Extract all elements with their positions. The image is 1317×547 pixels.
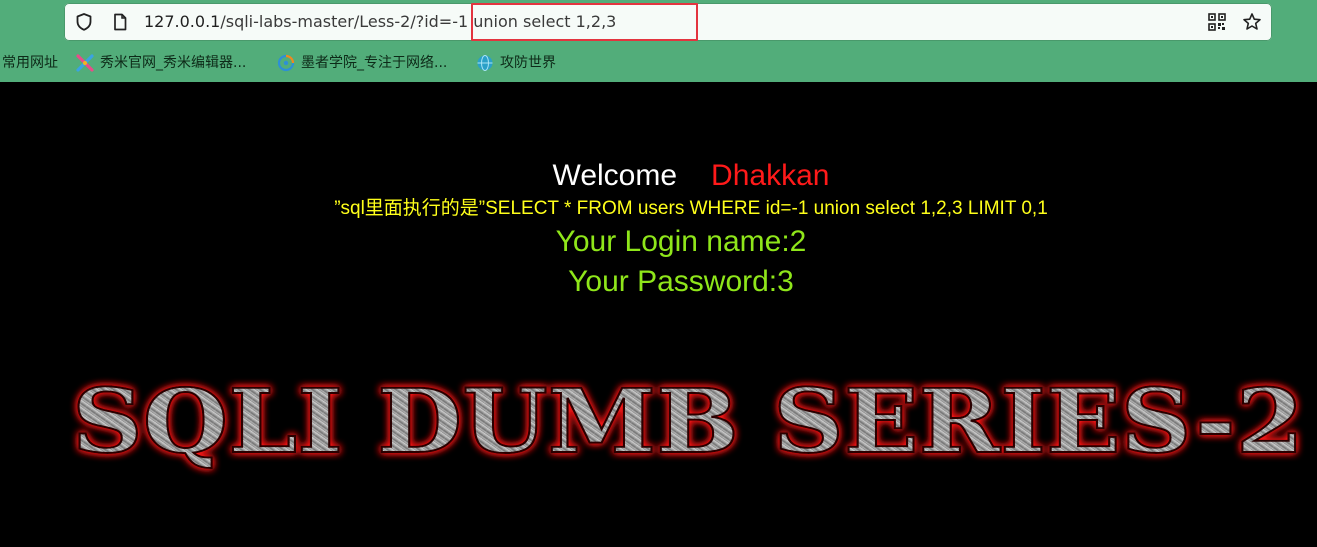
password-result: Your Password:3 [568,265,794,298]
bookmark-common-sites[interactable]: 常用网址 [2,53,58,73]
bookmark-label: 常用网址 [2,55,58,71]
user-name-text: Dhakkan [711,159,830,192]
bookmark-adworld[interactable]: 攻防世界 [476,53,556,73]
bookmark-xiumi[interactable]: 秀米官网_秀米编辑器... [76,53,246,73]
browser-chrome: 127.0.0.1/sqli-labs-master/Less-2/?id=-1… [0,0,1317,82]
page-content: Welcome Dhakkan ”sql里面执行的是”SELECT * FROM … [0,82,1317,547]
url-host: 127.0.0.1 [144,12,221,31]
bookmark-star-icon[interactable] [1242,12,1262,32]
series-banner-graphic: SQLI DUMB SERIES-2 [71,368,1305,474]
welcome-line: Welcome Dhakkan [0,156,1317,196]
qr-code-icon[interactable] [1207,12,1227,32]
bookmark-mozhe[interactable]: 墨者学院_专注于网络... [277,53,447,73]
address-bar[interactable]: 127.0.0.1/sqli-labs-master/Less-2/?id=-1… [64,3,1272,41]
login-name-result: Your Login name:2 [555,225,807,258]
shield-icon[interactable] [74,12,94,32]
url-highlight-box [471,3,698,41]
bookmarks-bar: 常用网址 秀米官网_秀米编辑器... 墨者学院_专注于网络... 攻防世界 [0,45,1317,81]
banner-text: SQLI DUMB SERIES-2 [72,372,1304,473]
bookmark-label: 秀米官网_秀米编辑器... [100,55,247,71]
mozhe-icon [277,54,295,72]
bookmark-label: 攻防世界 [500,55,556,71]
welcome-text: Welcome [552,159,678,192]
page-icon [110,12,130,32]
sql-statement: ”sql里面执行的是”SELECT * FROM users WHERE id=… [334,198,1048,219]
globe-icon [476,54,494,72]
xiumi-icon [76,54,94,72]
series-banner: SQLI DUMB SERIES-2 [0,368,1317,482]
bookmark-label: 墨者学院_专注于网络... [301,55,448,71]
